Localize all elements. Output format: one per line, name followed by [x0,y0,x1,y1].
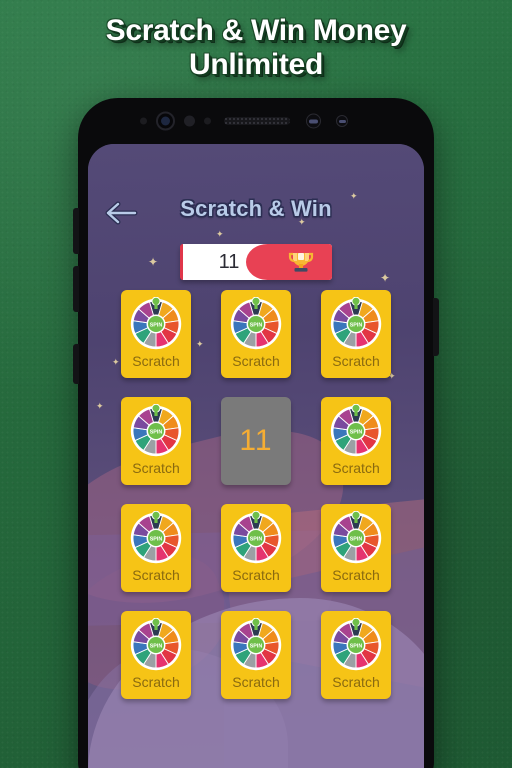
volume-down-button[interactable] [73,266,79,312]
scratch-card[interactable]: SPIN Scratch [321,504,391,592]
spin-wheel-graphic: SPIN [329,617,383,672]
earpiece-speaker-icon [224,117,290,125]
scratch-card[interactable]: SPIN Scratch [121,504,191,592]
sensor-dot-icon [184,115,195,127]
scratch-card-grid: SPIN Scratch SPIN Scratch SPIN Scratch SPIN Scr… [88,290,424,699]
svg-text:SPIN: SPIN [350,429,363,435]
spin-wheel-graphic: SPIN [129,403,183,458]
svg-text:SPIN: SPIN [350,536,363,542]
svg-text:SPIN: SPIN [350,322,363,328]
scratch-card[interactable]: SPIN Scratch [121,397,191,485]
spin-wheel-graphic: SPIN [129,296,183,351]
led-dot-icon [204,117,211,125]
spin-wheel-graphic: SPIN [329,403,383,458]
score-badge: 11 [180,244,332,280]
scratch-card-label: Scratch [332,353,380,369]
front-camera-icon [156,111,175,131]
svg-text:SPIN: SPIN [250,322,263,328]
scratch-card[interactable]: SPIN Scratch [121,611,191,699]
scratch-card-label: Scratch [232,674,280,690]
spin-wheel-graphic: SPIN [129,617,183,672]
app-header: Scratch & Win [88,196,424,236]
proximity-dot-icon [140,117,147,125]
svg-text:SPIN: SPIN [150,429,163,435]
scratch-card-label: Scratch [232,567,280,583]
svg-text:SPIN: SPIN [150,536,163,542]
power-button[interactable] [433,298,439,356]
bixby-button[interactable] [73,344,79,384]
scratch-card-label: Scratch [132,353,180,369]
scratch-card-value: 11 [239,424,273,457]
scratch-card-label: Scratch [132,460,180,476]
svg-text:SPIN: SPIN [350,643,363,649]
svg-text:SPIN: SPIN [250,536,263,542]
spin-wheel-icon: SPIN [130,510,182,564]
scratch-card-label: Scratch [232,353,280,369]
phone-mockup: ✦ ✦ ✦ ✦ ✦ ✦ ✦ ✦ ✦ ✦ Scratch & Win 11 [73,98,439,768]
spin-wheel-icon: SPIN [330,296,382,350]
spin-wheel-graphic: SPIN [229,510,283,565]
spin-wheel-icon: SPIN [230,510,282,564]
scratch-card-label: Scratch [132,674,180,690]
spin-wheel-icon: SPIN [230,296,282,350]
promo-headline: Scratch & Win Money Unlimited [0,14,512,81]
scratch-card[interactable]: SPIN Scratch [221,611,291,699]
sparkle-icon: ✦ [148,255,159,269]
phone-top-bezel [78,98,434,144]
scratch-card-label: Scratch [332,674,380,690]
scratch-card[interactable]: SPIN Scratch [221,504,291,592]
scratch-card[interactable]: SPIN Scratch [221,290,291,378]
trophy-icon [288,252,314,272]
headline-line-2: Unlimited [189,47,323,81]
scratch-card[interactable]: SPIN Scratch [121,290,191,378]
svg-text:SPIN: SPIN [150,643,163,649]
spin-wheel-graphic: SPIN [129,510,183,565]
svg-text:SPIN: SPIN [250,643,263,649]
scratch-card-label: Scratch [132,567,180,583]
sparkle-icon: ✦ [380,271,391,285]
scratch-card[interactable]: SPIN Scratch [321,611,391,699]
phone-screen: ✦ ✦ ✦ ✦ ✦ ✦ ✦ ✦ ✦ ✦ Scratch & Win 11 [88,144,424,768]
spin-wheel-icon: SPIN [230,617,282,671]
scratch-card[interactable]: 11 [221,397,291,485]
spin-wheel-graphic: SPIN [329,296,383,351]
page-title: Scratch & Win [180,196,332,221]
score-value: 11 [218,250,240,273]
scratch-card[interactable]: SPIN Scratch [321,290,391,378]
spin-wheel-icon: SPIN [130,617,182,671]
light-sensor-icon [336,115,348,127]
svg-text:SPIN: SPIN [150,322,163,328]
scratch-card[interactable]: SPIN Scratch [321,397,391,485]
scratch-card-label: Scratch [332,460,380,476]
scratch-card-label: Scratch [332,567,380,583]
spin-wheel-icon: SPIN [130,403,182,457]
spin-wheel-graphic: SPIN [229,296,283,351]
spin-wheel-graphic: SPIN [229,617,283,672]
spin-wheel-icon: SPIN [130,296,182,350]
spin-wheel-icon: SPIN [330,617,382,671]
volume-up-button[interactable] [73,208,79,254]
spin-wheel-icon: SPIN [330,403,382,457]
iris-sensor-icon [306,113,321,129]
spin-wheel-icon: SPIN [330,510,382,564]
headline-line-1: Scratch & Win Money [105,14,407,47]
spin-wheel-graphic: SPIN [329,510,383,565]
